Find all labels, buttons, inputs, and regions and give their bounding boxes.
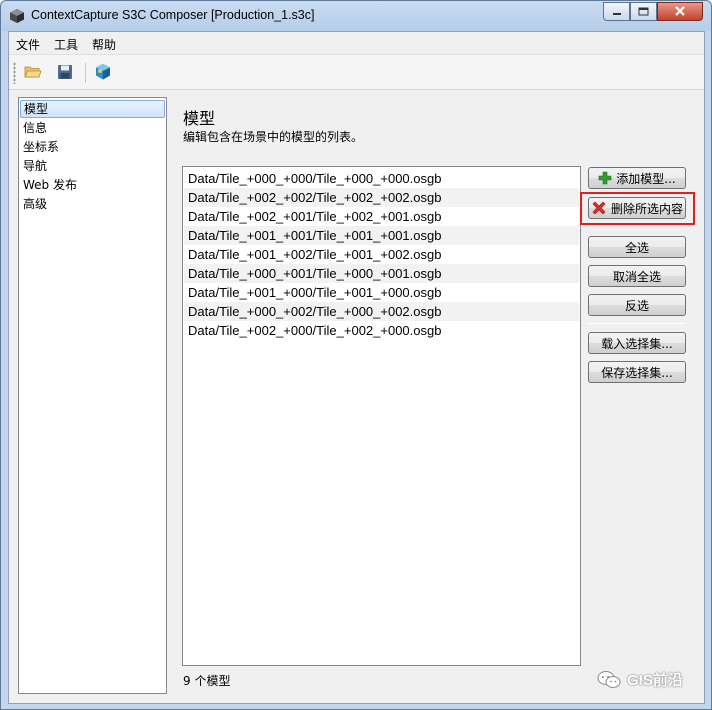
model-list-item[interactable]: Data/Tile_+000_+002/Tile_+000_+002.osgb	[184, 302, 579, 321]
save-icon	[57, 64, 73, 83]
title-bar[interactable]: ContextCapture S3C Composer [Production_…	[1, 1, 711, 31]
load-selection-button[interactable]: 载入选择集...	[588, 332, 686, 354]
app-window: ContextCapture S3C Composer [Production_…	[0, 0, 712, 710]
menu-bar: 文件 工具 帮助	[9, 32, 704, 54]
open-folder-icon	[24, 64, 42, 83]
save-button[interactable]	[54, 62, 76, 84]
model-list-item[interactable]: Data/Tile_+002_+000/Tile_+002_+000.osgb	[184, 321, 579, 340]
model-list-item[interactable]: Data/Tile_+001_+002/Tile_+001_+002.osgb	[184, 245, 579, 264]
menu-tools[interactable]: 工具	[47, 32, 85, 54]
watermark: GIS前沿	[597, 669, 683, 690]
nav-item-web-publish[interactable]: Web 发布	[20, 176, 165, 194]
page-title: 模型	[183, 109, 216, 128]
model-list-item[interactable]: Data/Tile_+001_+001/Tile_+001_+001.osgb	[184, 226, 579, 245]
toolbar-grip[interactable]	[13, 62, 16, 84]
add-model-label: 添加模型...	[616, 171, 676, 186]
nav-item-info[interactable]: 信息	[20, 119, 165, 137]
nav-item-advanced[interactable]: 高级	[20, 195, 165, 213]
deselect-all-button[interactable]: 取消全选	[588, 265, 686, 287]
minimize-button[interactable]	[603, 2, 630, 21]
maximize-icon	[638, 5, 649, 19]
toolbar-separator	[85, 63, 86, 83]
close-button[interactable]	[657, 2, 703, 21]
toolbar	[9, 54, 704, 90]
section-nav-list: 模型 信息 坐标系 导航 Web 发布 高级	[18, 97, 167, 694]
window-title: ContextCapture S3C Composer [Production_…	[31, 8, 315, 22]
model-count-status: 9 个模型	[183, 674, 231, 688]
delete-x-icon	[591, 200, 607, 216]
model-list-item[interactable]: Data/Tile_+001_+000/Tile_+001_+000.osgb	[184, 283, 579, 302]
menu-help[interactable]: 帮助	[85, 32, 123, 54]
nav-item-models[interactable]: 模型	[20, 100, 165, 118]
export-button[interactable]	[92, 62, 114, 84]
watermark-text: GIS前沿	[627, 672, 683, 689]
app-cube-icon	[9, 8, 25, 24]
delete-selected-button[interactable]: 删除所选内容	[588, 197, 686, 219]
close-icon	[674, 5, 686, 19]
invert-selection-button[interactable]: 反选	[588, 294, 686, 316]
open-button[interactable]	[22, 62, 44, 84]
maximize-button[interactable]	[630, 2, 657, 21]
delete-selected-label: 删除所选内容	[610, 201, 683, 216]
select-all-button[interactable]: 全选	[588, 236, 686, 258]
model-list-item[interactable]: Data/Tile_+000_+001/Tile_+000_+001.osgb	[184, 264, 579, 283]
button-divider	[588, 323, 686, 324]
save-selection-button[interactable]: 保存选择集...	[588, 361, 686, 383]
nav-item-coordinate-system[interactable]: 坐标系	[20, 138, 165, 156]
model-list-item[interactable]: Data/Tile_+000_+000/Tile_+000_+000.osgb	[184, 169, 579, 188]
wechat-icon	[597, 670, 621, 690]
menu-file[interactable]: 文件	[9, 32, 47, 54]
add-model-button[interactable]: 添加模型...	[588, 167, 686, 189]
page-description: 编辑包含在场景中的模型的列表。	[183, 130, 364, 144]
nav-item-navigation[interactable]: 导航	[20, 157, 165, 175]
minimize-icon	[612, 5, 622, 19]
export-3d-icon	[94, 63, 112, 84]
model-list[interactable]: Data/Tile_+000_+000/Tile_+000_+000.osgb …	[182, 166, 581, 666]
model-list-item[interactable]: Data/Tile_+002_+001/Tile_+002_+001.osgb	[184, 207, 579, 226]
model-list-item[interactable]: Data/Tile_+002_+002/Tile_+002_+002.osgb	[184, 188, 579, 207]
plus-icon	[598, 171, 612, 185]
